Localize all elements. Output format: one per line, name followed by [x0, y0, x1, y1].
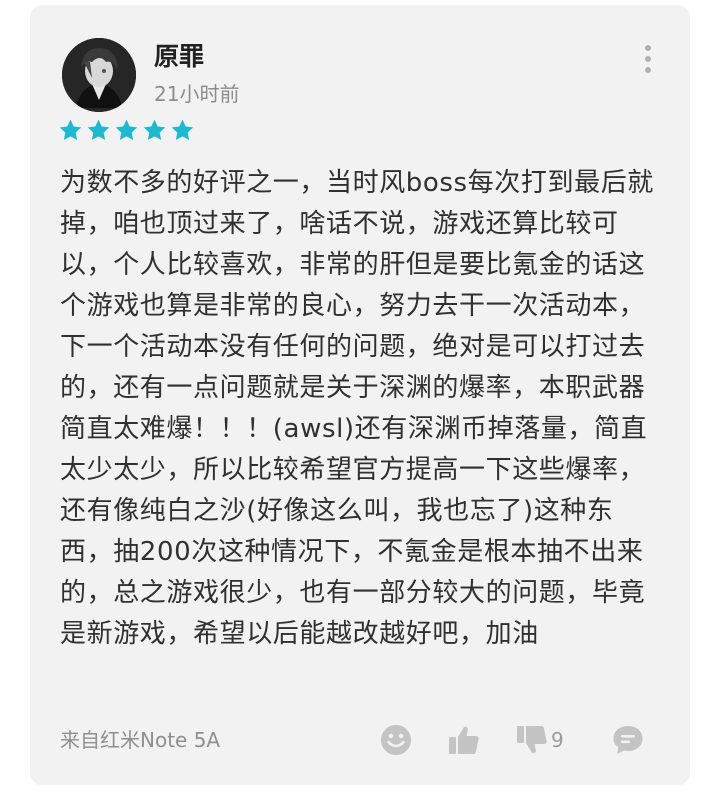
more-options-icon[interactable]: [636, 43, 660, 75]
star-icon: [171, 119, 194, 140]
star-icon: [143, 119, 166, 140]
review-text: 为数不多的好评之一，当时风boss每次打到最后就掉，咱也顶过来了，啥话不说，游戏…: [60, 168, 654, 649]
avatar[interactable]: [62, 38, 136, 112]
review-card: 原罪 21小时前 为数不多的好评之一，当时风boss每次打到最后就掉，咱也顶过来…: [30, 5, 690, 785]
star-icon: [115, 119, 138, 140]
star-icon: [87, 119, 110, 140]
post-time: 21小时前: [154, 82, 240, 106]
dislike-count: 9: [551, 728, 564, 752]
comment-icon[interactable]: [611, 723, 645, 759]
username[interactable]: 原罪: [154, 42, 204, 72]
thumbs-down-icon[interactable]: [515, 723, 549, 759]
rating-stars: [58, 118, 195, 146]
device-label: 来自红米Note 5A: [60, 728, 221, 752]
star-icon: [59, 119, 82, 140]
thumbs-up-icon[interactable]: [447, 723, 481, 759]
smiley-icon[interactable]: [379, 723, 413, 759]
